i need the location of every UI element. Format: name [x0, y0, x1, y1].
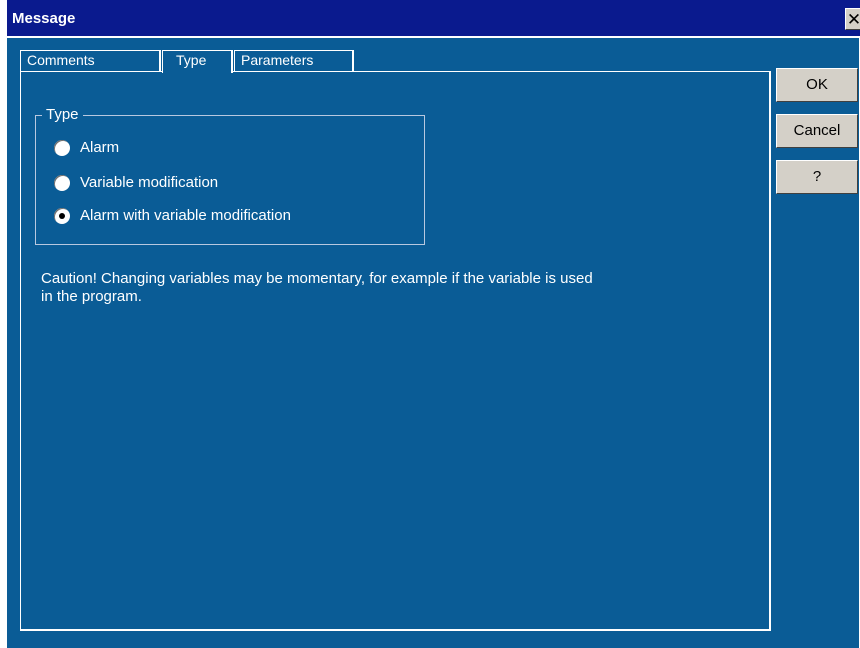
radio-label: Alarm	[80, 139, 120, 156]
radio-button-icon[interactable]	[54, 208, 70, 224]
title-bar: Message ✕	[7, 0, 860, 38]
tab-comments[interactable]: Comments	[20, 50, 161, 72]
cancel-button[interactable]: Cancel	[776, 114, 858, 148]
ok-button[interactable]: OK	[776, 68, 858, 102]
help-button[interactable]: ?	[776, 160, 858, 194]
caution-text: Caution! Changing variables may be momen…	[41, 270, 593, 305]
tab-parameters[interactable]: Parameters	[234, 50, 354, 72]
close-button[interactable]: ✕	[845, 8, 860, 30]
message-dialog: Message ✕ Comments Type Parameters Type …	[5, 0, 860, 648]
radio-button-icon[interactable]	[54, 140, 70, 156]
window-title: Message	[12, 10, 76, 27]
tab-type[interactable]: Type	[162, 50, 233, 73]
radio-label: Alarm with variable modification	[80, 207, 291, 224]
close-icon: ✕	[846, 10, 860, 29]
radio-button-icon[interactable]	[54, 175, 70, 191]
type-groupbox: Type Alarm Variable modification Alarm w…	[35, 106, 425, 245]
type-group-title: Type	[42, 106, 83, 124]
radio-label: Variable modification	[80, 174, 219, 191]
tab-panel: Type Alarm Variable modification Alarm w…	[20, 71, 771, 631]
radio-selected-dot	[59, 213, 65, 219]
